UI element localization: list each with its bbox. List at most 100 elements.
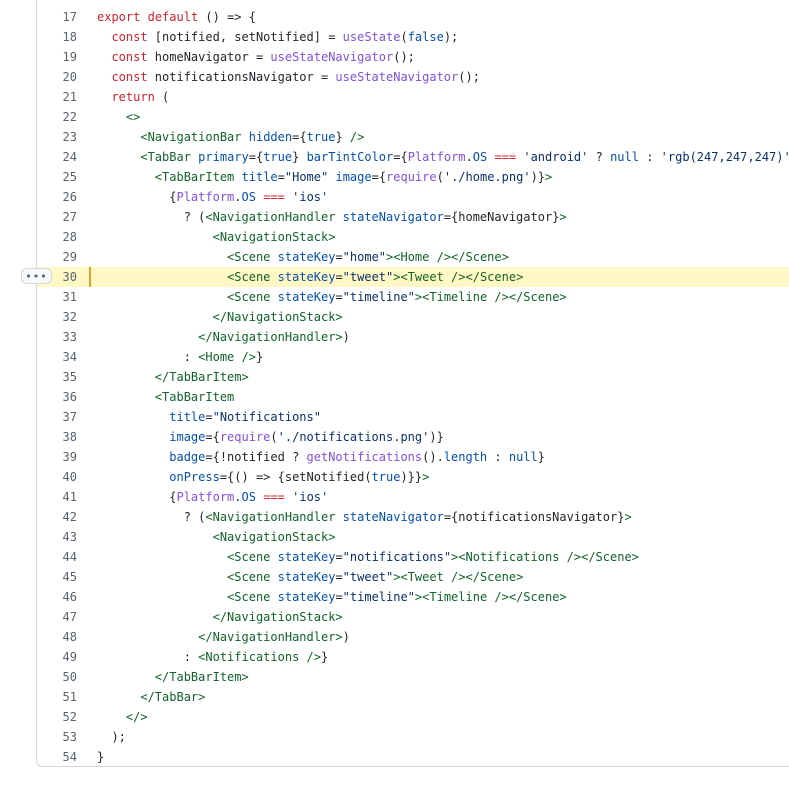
line-number[interactable]: 31	[37, 287, 77, 307]
line-number[interactable]: 48	[37, 627, 77, 647]
code-lines: 17 export default () => { 18 const [notifi…	[37, 7, 789, 767]
code-token: Platform	[176, 190, 235, 204]
code-line: 29 <Scene stateKey="home"><Home /></Scen…	[37, 247, 789, 267]
code-token: <Scene	[227, 290, 271, 304]
code-line: 25 <TabBarItem title="Home" image={requi…	[37, 167, 789, 187]
code-token: >	[545, 170, 553, 184]
code-line: 32 </NavigationStack>	[37, 307, 789, 327]
line-number[interactable]: 38	[37, 427, 77, 447]
code-text: export default () => {	[97, 7, 256, 27]
code-text: return (	[97, 87, 169, 107]
code-line: 50 </TabBarItem>	[37, 667, 789, 687]
line-number[interactable]: 17	[37, 7, 77, 27]
line-number[interactable]: 54	[37, 747, 77, 767]
expand-lines-button[interactable]: •••	[21, 268, 52, 284]
line-number[interactable]: 49	[37, 647, 77, 667]
code-text: <Scene stateKey="tweet"><Tweet /></Scene…	[97, 567, 523, 587]
code-text: <NavigationStack>	[97, 527, 336, 547]
line-number[interactable]: 42	[37, 507, 77, 527]
line-number[interactable]: 32	[37, 307, 77, 327]
line-number[interactable]: 23	[37, 127, 77, 147]
code-token: './notifications.png'	[277, 430, 430, 444]
code-line: 46 <Scene stateKey="timeline"><Timeline …	[37, 587, 789, 607]
code-token: './home.png'	[443, 170, 531, 184]
code-token: );	[97, 730, 126, 744]
code-text: ? (<NavigationHandler stateNavigator={no…	[97, 507, 632, 527]
code-text: const homeNavigator = useStateNavigator(…	[97, 47, 414, 67]
code-token: <Scene	[227, 570, 271, 584]
code-token: require	[219, 430, 271, 444]
code-token: null	[508, 450, 538, 464]
line-number[interactable]: 52	[37, 707, 77, 727]
line-number[interactable]: 50	[37, 667, 77, 687]
line-number[interactable]: 25	[37, 167, 77, 187]
code-token: stateNavigator	[342, 210, 444, 224]
code-token: ><Notifications /></Scene>	[451, 550, 639, 564]
code-text: </TabBarItem>	[97, 667, 249, 687]
line-number[interactable]: 24	[37, 147, 77, 167]
code-text: <TabBar primary={true} barTintColor={Pla…	[97, 147, 789, 167]
line-number[interactable]: 29	[37, 247, 77, 267]
code-token: Platform	[407, 150, 466, 164]
code-text: <>	[97, 107, 140, 127]
code-token: <Scene	[227, 550, 271, 564]
line-number[interactable]: 27	[37, 207, 77, 227]
code-token: )}	[429, 430, 444, 444]
code-line: 31 <Scene stateKey="timeline"><Timeline …	[37, 287, 789, 307]
line-number[interactable]: 35	[37, 367, 77, 387]
code-token: hidden	[248, 130, 293, 144]
code-token: <NavigationHandler	[205, 510, 336, 524]
code-text: </NavigationHandler>)	[97, 627, 350, 647]
code-token: <TabBarItem	[154, 390, 235, 404]
line-number[interactable]: 34	[37, 347, 77, 367]
line-number[interactable]: 19	[37, 47, 77, 67]
line-number[interactable]: 18	[37, 27, 77, 47]
line-number[interactable]: 44	[37, 547, 77, 567]
line-number[interactable]: 36	[37, 387, 77, 407]
line-number[interactable]: 28	[37, 227, 77, 247]
line-number[interactable]: 41	[37, 487, 77, 507]
code-text: ? (<NavigationHandler stateNavigator={ho…	[97, 207, 567, 227]
line-number[interactable]: 43	[37, 527, 77, 547]
line-number[interactable]: 21	[37, 87, 77, 107]
line-number[interactable]: 40	[37, 467, 77, 487]
code-text: : <Home />}	[97, 347, 264, 367]
line-number[interactable]: 51	[37, 687, 77, 707]
code-token: 'android'	[523, 150, 589, 164]
code-token: <NavigationStack>	[212, 530, 336, 544]
code-token: ={!notified ?	[205, 450, 307, 464]
code-token: ={notificationsNavigator}	[443, 510, 625, 524]
code-text: title="Notifications"	[97, 407, 321, 427]
code-token: ={	[371, 170, 387, 184]
code-token: </TabBar>	[140, 690, 206, 704]
line-number[interactable]: 47	[37, 607, 77, 627]
code-text: const [notified, setNotified] = useState…	[97, 27, 458, 47]
code-token: </NavigationHandler>	[198, 330, 343, 344]
line-number[interactable]: 37	[37, 407, 77, 427]
line-number[interactable]: 45	[37, 567, 77, 587]
code-token: :	[638, 150, 661, 164]
line-number[interactable]: 26	[37, 187, 77, 207]
code-token: 'ios'	[292, 490, 329, 504]
code-token: export	[97, 10, 141, 24]
line-number[interactable]: 39	[37, 447, 77, 467]
code-token: =	[205, 410, 213, 424]
line-number[interactable]: 22	[37, 107, 77, 127]
line-number[interactable]: 53	[37, 727, 77, 747]
code-token: true	[306, 130, 336, 144]
code-line: 54}	[37, 747, 789, 767]
code-token: </NavigationStack>	[212, 310, 343, 324]
code-token: badge	[169, 450, 206, 464]
code-token: stateKey	[277, 270, 336, 284]
code-text: <Scene stateKey="timeline"><Timeline /><…	[97, 287, 567, 307]
line-number[interactable]: 33	[37, 327, 77, 347]
line-number[interactable]: 46	[37, 587, 77, 607]
line-number[interactable]: 20	[37, 67, 77, 87]
